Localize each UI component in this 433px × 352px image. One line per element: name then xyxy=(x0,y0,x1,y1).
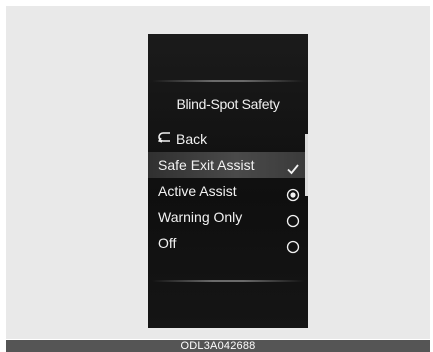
figure-caption: ODL3A042688 xyxy=(6,340,430,352)
back-item[interactable]: Back xyxy=(148,126,308,152)
back-arrow-icon xyxy=(157,126,172,152)
menu-item-label: Safe Exit Assist xyxy=(158,157,255,173)
radio-unselected-icon xyxy=(286,236,300,254)
menu-item-off[interactable]: Off xyxy=(148,230,308,256)
settings-menu: Back Safe Exit Assist Active Assist Warn… xyxy=(148,126,308,256)
menu-item-label: Active Assist xyxy=(158,183,237,199)
menu-item-safe-exit-assist[interactable]: Safe Exit Assist xyxy=(148,152,308,178)
bottom-divider xyxy=(152,280,304,282)
menu-item-label: Warning Only xyxy=(158,209,243,225)
menu-item-active-assist[interactable]: Active Assist xyxy=(148,178,308,204)
checkmark-icon xyxy=(286,158,300,175)
scrollbar[interactable] xyxy=(305,134,308,196)
back-label: Back xyxy=(176,131,208,147)
menu-item-label: Off xyxy=(158,235,177,251)
menu-title: Blind-Spot Safety xyxy=(176,96,280,112)
cluster-display: Blind-Spot Safety Back Safe Exit Assist xyxy=(148,34,308,328)
radio-unselected-icon xyxy=(286,210,300,228)
radio-selected-icon xyxy=(286,184,300,202)
menu-item-warning-only[interactable]: Warning Only xyxy=(148,204,308,230)
figure-frame: Blind-Spot Safety Back Safe Exit Assist xyxy=(6,6,430,339)
top-divider xyxy=(152,80,304,82)
